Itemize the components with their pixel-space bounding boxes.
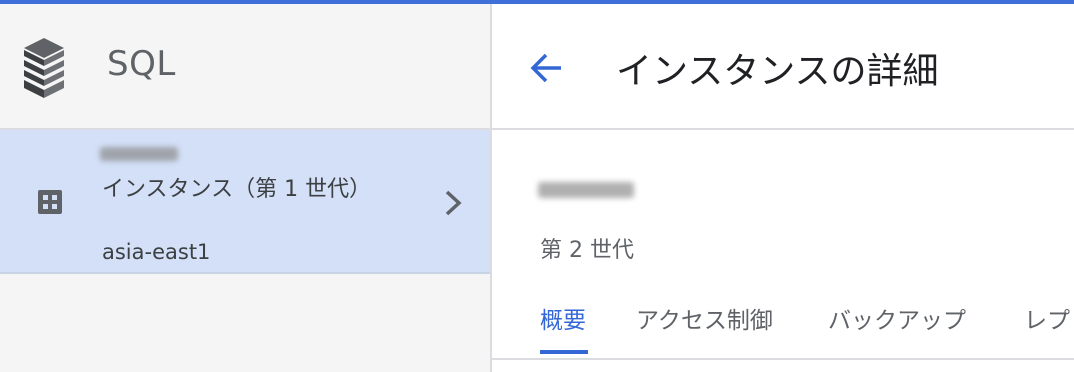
sql-stack-icon bbox=[24, 38, 64, 98]
tab-backups[interactable]: バックアップ bbox=[828, 304, 966, 354]
tab-access-control[interactable]: アクセス制御 bbox=[636, 304, 773, 354]
main-header: インスタンスの詳細 bbox=[492, 4, 1074, 130]
arrow-back-icon[interactable] bbox=[528, 48, 568, 88]
instance-region: asia-east1 bbox=[102, 240, 211, 264]
redacted-instance-name bbox=[538, 182, 634, 198]
sidebar-header: SQL bbox=[0, 4, 490, 130]
sidebar: SQL インスタンス（第 1 世代） asia-east1 bbox=[0, 4, 492, 372]
tab-replicas[interactable]: レプ bbox=[1024, 304, 1070, 354]
active-tab-indicator bbox=[540, 350, 588, 354]
main-panel: インスタンスの詳細 第 2 世代 概要 アクセス制御 バックアップ レプ bbox=[492, 4, 1074, 372]
redacted-instance-name bbox=[100, 147, 178, 161]
product-name: SQL bbox=[107, 44, 176, 84]
sidebar-item-instance[interactable]: インスタンス（第 1 世代） asia-east1 bbox=[0, 130, 490, 274]
tab-overview[interactable]: 概要 bbox=[540, 304, 586, 354]
grid-icon bbox=[38, 190, 62, 214]
instance-generation: 第 2 世代 bbox=[540, 238, 634, 263]
page-title: インスタンスの詳細 bbox=[616, 51, 939, 92]
chevron-right-icon[interactable] bbox=[440, 188, 466, 218]
instance-type: インスタンス（第 1 世代） bbox=[102, 177, 372, 202]
